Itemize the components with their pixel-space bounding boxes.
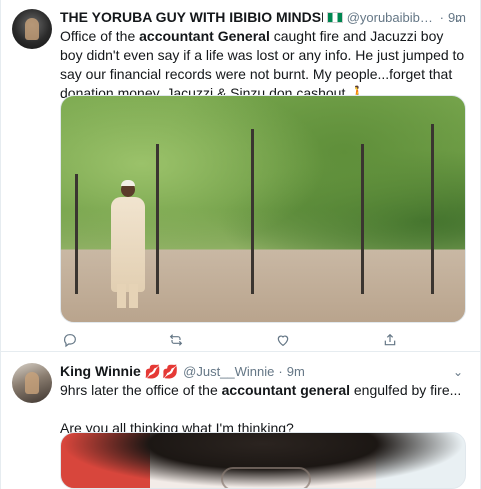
highlighted-keyword: accountant General	[139, 28, 270, 44]
nigeria-flag-icon	[327, 12, 343, 23]
display-name[interactable]: King Winnie	[60, 362, 141, 381]
separator: ·	[278, 364, 283, 379]
lips-emoji: 💋💋	[144, 364, 180, 379]
fence-post	[75, 174, 78, 294]
tweet-header: THE YORUBA GUY WITH IBIBIO MINDSET @yoru…	[60, 8, 466, 27]
tweet-text-segment: Office of the	[60, 28, 140, 44]
tweet-text-segment: 9hrs later the office of the	[60, 382, 222, 398]
tweet-text: Office of the accountant General caught …	[60, 27, 466, 103]
tweet-header: King Winnie 💋💋 @Just__Winnie · 9m	[60, 362, 466, 381]
tweet-photo[interactable]	[60, 95, 466, 323]
walking-man	[107, 180, 149, 308]
user-handle[interactable]: @Just__Winnie	[183, 362, 274, 381]
fence-post	[431, 124, 434, 294]
timestamp[interactable]: 9m	[287, 362, 305, 381]
avatar[interactable]	[12, 9, 52, 49]
fence-post	[251, 129, 254, 294]
display-name[interactable]: THE YORUBA GUY WITH IBIBIO MINDSET	[60, 8, 323, 27]
fence-post	[361, 144, 364, 294]
glasses-shape	[221, 467, 311, 488]
tweet[interactable]: King Winnie 💋💋 @Just__Winnie · 9m ⌄ 9hrs…	[1, 353, 480, 489]
tweet-text: 9hrs later the office of the accountant …	[60, 381, 466, 438]
separator: ·	[439, 10, 444, 25]
user-handle[interactable]: @yorubaibibio...	[347, 8, 436, 27]
tweet-photo[interactable]	[60, 432, 466, 489]
fence-post	[156, 144, 159, 294]
tweet-actions	[60, 332, 400, 348]
tweet[interactable]: THE YORUBA GUY WITH IBIBIO MINDSET @yoru…	[1, 0, 480, 352]
tweet-text-segment: engulfed by fire...	[350, 382, 462, 398]
caret-down-icon[interactable]: ⌄	[450, 10, 466, 26]
reply-icon[interactable]	[60, 332, 80, 348]
highlighted-keyword: accountant general	[221, 382, 350, 398]
caret-down-icon[interactable]: ⌄	[450, 364, 466, 380]
retweet-icon[interactable]	[166, 332, 186, 348]
avatar[interactable]	[12, 363, 52, 403]
share-icon[interactable]	[380, 332, 400, 348]
timeline: THE YORUBA GUY WITH IBIBIO MINDSET @yoru…	[0, 0, 481, 489]
like-icon[interactable]	[273, 332, 293, 348]
